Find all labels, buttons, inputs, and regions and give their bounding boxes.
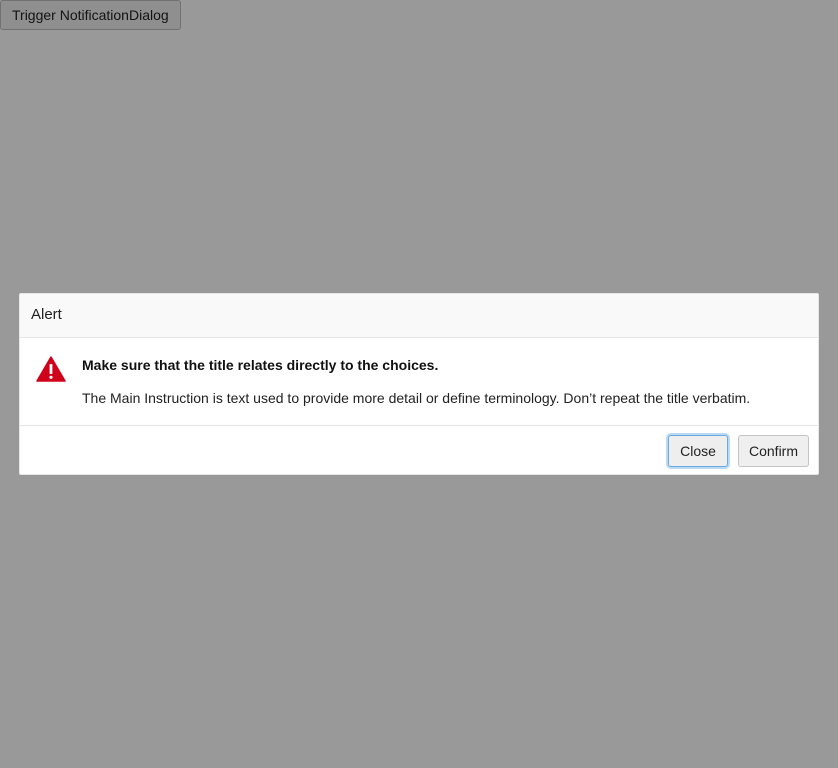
- warning-icon: [36, 356, 66, 382]
- close-button[interactable]: Close: [668, 435, 728, 467]
- dialog-title: Alert: [31, 306, 62, 323]
- dialog-footer: Close Confirm: [20, 426, 818, 474]
- detail-text: The Main Instruction is text used to pro…: [82, 390, 751, 406]
- dialog-header: Alert: [20, 294, 818, 338]
- notification-dialog: Alert Make sure that the title relates d…: [19, 293, 819, 475]
- main-instruction: Make sure that the title relates directl…: [82, 357, 439, 373]
- dialog-body: Make sure that the title relates directl…: [20, 338, 818, 426]
- confirm-button[interactable]: Confirm: [738, 435, 809, 467]
